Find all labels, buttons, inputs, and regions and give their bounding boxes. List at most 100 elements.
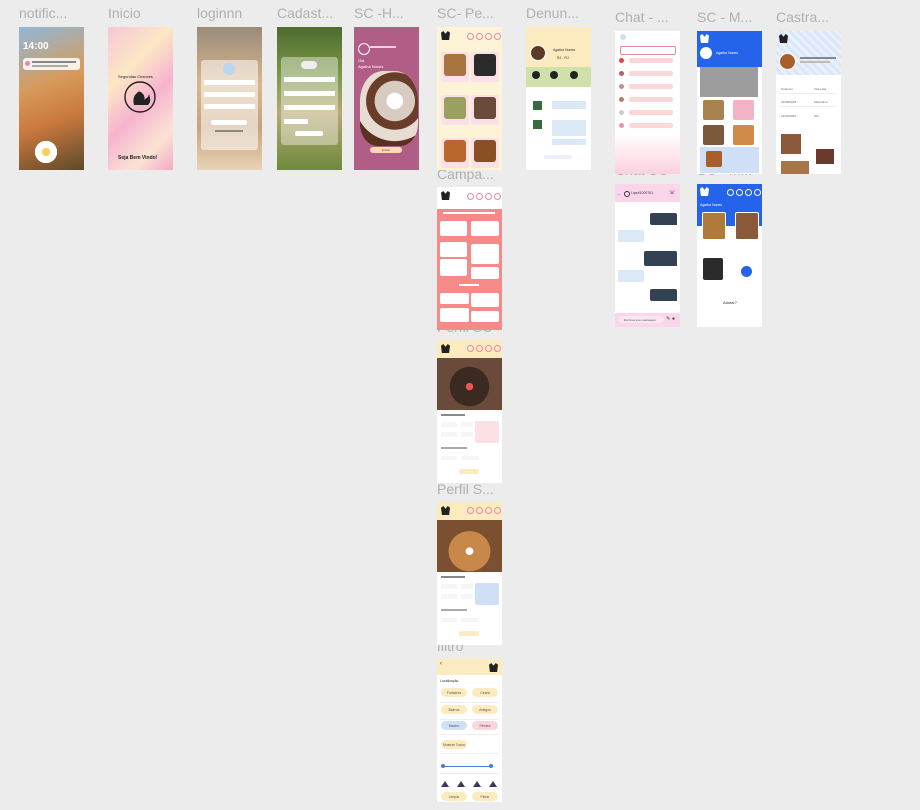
size-icon[interactable] [441,781,449,787]
frame-sc-pets[interactable] [437,27,502,170]
profile-icon[interactable] [754,189,761,196]
pet-card[interactable] [702,212,726,240]
home-icon[interactable] [727,189,734,196]
size-icon[interactable] [457,781,465,787]
frame-sc-map[interactable]: Agatha Nunes [697,31,762,174]
chat-icon[interactable] [485,507,492,514]
heart-icon[interactable] [476,33,483,40]
back-icon[interactable]: ← [617,191,621,196]
campaign-card[interactable] [440,259,467,276]
frame-castracao[interactable]: Cinamon Vira-Lata 22/08/2018 Masculino 1… [776,31,841,174]
name-field[interactable] [284,77,335,82]
chip-bairros[interactable]: Bairros [441,705,467,714]
frame-label-castracao[interactable]: Castra... [776,9,829,25]
frame-chat-sc[interactable]: ← Lipe#1000761 ☏ Escreva sua mensagem ✎ … [615,184,680,327]
chat-icon[interactable] [485,33,492,40]
pet-photo[interactable] [703,100,724,120]
range-slider[interactable] [441,764,493,768]
size-icon[interactable] [489,781,497,787]
chat-icon[interactable] [485,345,492,352]
profile-icon[interactable] [494,507,501,514]
frame-label-login[interactable]: loginnn [197,5,242,21]
chip-macho[interactable]: Macho [441,721,467,730]
campaign-card[interactable] [471,244,499,264]
campaign-card[interactable] [440,293,469,304]
adopt-button[interactable] [459,631,479,636]
frame-label-cadastro[interactable]: Cadast... [277,5,333,21]
frame-perfil-sc1[interactable] [437,340,502,483]
campaign-card[interactable] [471,311,499,322]
pet-card[interactable] [735,212,759,240]
heart-icon[interactable] [736,189,743,196]
frame-label-notification[interactable]: notific... [19,5,67,21]
size-icon[interactable] [473,781,481,787]
campaign-card[interactable] [471,221,499,236]
filter-button[interactable]: Filtrar [472,792,498,801]
chip-mostrar-todos[interactable]: Mostrar Todos [441,740,467,749]
campaign-card[interactable] [471,267,499,279]
email-field[interactable] [284,91,335,96]
password-field[interactable] [284,105,335,110]
pet-photo[interactable] [781,134,801,154]
clear-button[interactable]: Limpar [441,792,467,801]
map-area[interactable] [700,67,758,97]
mic-icon[interactable]: ● [672,316,675,322]
register-button[interactable] [295,131,323,136]
chat-icon[interactable] [745,189,752,196]
send-button[interactable] [544,155,572,159]
profile-icon[interactable] [494,33,501,40]
frame-label-sc-pets[interactable]: SC- Pe... [437,5,494,21]
pet-photo[interactable] [733,125,754,145]
heart-icon[interactable] [476,345,483,352]
chat-icon[interactable] [485,193,492,200]
frame-denuncia[interactable]: Agatha Nunes RJ - RJ [526,27,591,170]
frame-chat-list[interactable] [615,31,680,174]
frame-notification[interactable]: 14:00 [19,27,84,170]
campaign-card[interactable] [440,221,467,236]
frame-filtro[interactable]: ‹ Localização Fortaleza Ceará Bairros An… [437,659,502,802]
frame-campanha[interactable] [437,187,502,330]
frame-sc-home[interactable]: Olá Agatha Nunes Entrar [354,27,419,170]
pet-photo[interactable] [703,125,724,145]
pet-card[interactable] [703,258,723,280]
chip-femea[interactable]: Fêmea [472,721,498,730]
frame-sc-map2[interactable]: Agatha Nunes Adotar? [697,184,762,327]
back-icon[interactable]: ‹ [440,661,442,667]
frame-label-sc-map[interactable]: SC - M... [697,9,752,25]
frame-inicio[interactable]: Segundas Chances Seja Bem Vindo! [108,27,173,170]
message-input[interactable]: Escreva sua mensagem [618,316,664,323]
frame-label-perfil-sc2[interactable]: Perfil S... [437,481,494,497]
password-field[interactable] [204,92,255,97]
notification-card[interactable] [23,58,80,70]
campaign-card[interactable] [440,308,469,322]
heart-icon[interactable] [476,507,483,514]
chip-antigos[interactable]: Antigos [472,705,498,714]
frame-label-chat-list[interactable]: Chat - ... [615,9,669,25]
profile-icon[interactable] [494,345,501,352]
frame-cadastro[interactable] [277,27,342,170]
email-field[interactable] [204,80,255,85]
chip-ceara[interactable]: Ceará [472,688,498,697]
attach-icon[interactable]: ✎ [666,316,670,322]
search-input[interactable] [620,46,676,55]
frame-label-inicio[interactable]: Inicio [108,5,141,21]
home-icon[interactable] [467,507,474,514]
frame-perfil-sc2[interactable] [437,502,502,645]
frame-label-denuncia[interactable]: Denun... [526,5,579,21]
home-icon[interactable] [467,33,474,40]
login-button[interactable] [211,120,247,125]
home-icon[interactable] [467,193,474,200]
campaign-card[interactable] [440,242,467,257]
forgot-link[interactable] [215,130,243,132]
extra-field[interactable] [204,104,255,109]
home-icon[interactable] [467,345,474,352]
heart-icon[interactable] [476,193,483,200]
pet-photo[interactable] [733,100,754,120]
frame-login[interactable] [197,27,262,170]
chip-fortaleza[interactable]: Fortaleza [441,688,467,697]
pet-photo[interactable] [816,149,834,164]
phone-icon[interactable]: ☏ [669,190,675,196]
phone-field[interactable] [284,119,308,124]
pet-photo[interactable] [781,161,809,174]
frame-label-sc-home[interactable]: SC -H... [354,5,404,21]
